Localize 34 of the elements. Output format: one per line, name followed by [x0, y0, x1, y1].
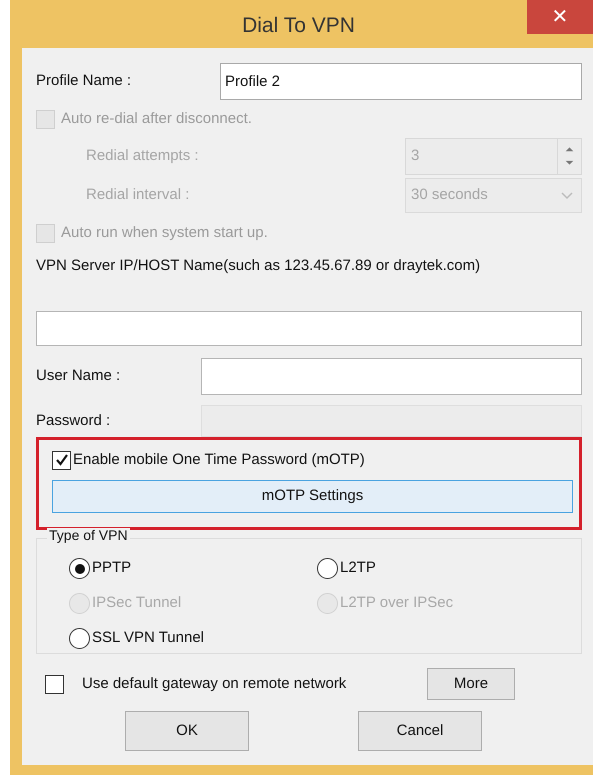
radio-label: SSL VPN Tunnel — [92, 628, 204, 648]
more-button[interactable]: More — [427, 668, 515, 700]
radio-label: IPSec Tunnel — [92, 593, 182, 614]
ok-button[interactable]: OK — [125, 711, 249, 751]
chevron-down-icon — [561, 192, 573, 200]
field-label: Password : — [36, 410, 112, 431]
cancel-button[interactable]: Cancel — [358, 711, 482, 751]
window-title: Dial To VPN — [241, 13, 356, 39]
checkbox[interactable] — [52, 450, 71, 470]
field-label: Redial interval : — [85, 185, 190, 206]
checkbox-label: Enable mobile One Time Password (mOTP) — [73, 450, 365, 470]
radio-label: PPTP — [92, 558, 132, 578]
checkbox[interactable] — [45, 674, 64, 694]
checkmark-icon — [54, 453, 68, 467]
server-address-field[interactable] — [36, 311, 582, 346]
radio-label: L2TP over IPSec — [340, 593, 454, 614]
radio-button[interactable] — [69, 628, 90, 649]
motp-settings-button[interactable]: mOTP Settings — [52, 480, 573, 513]
radio-label: L2TP — [340, 558, 376, 578]
radio-button[interactable] — [317, 558, 338, 579]
spinner-value: 3 — [410, 146, 420, 166]
dropdown-value: 30 seconds — [410, 185, 489, 206]
radio-button[interactable] — [69, 558, 90, 579]
field-label: Redial attempts : — [85, 146, 200, 166]
checkbox-label: Use default gateway on remote network — [82, 674, 348, 694]
user-name-field[interactable] — [201, 358, 582, 395]
checkbox-label: Auto re-dial after disconnect. — [61, 108, 252, 129]
group-legend: Type of VPN — [47, 528, 130, 542]
profile-name-field[interactable]: Profile 2 — [220, 62, 582, 100]
field-label: VPN Server IP/HOST Name(such as 123.45.67.89 or draytek.com) — [36, 256, 482, 276]
field-label: Profile Name : — [36, 70, 132, 91]
field-label: User Name : — [36, 366, 122, 386]
close-button[interactable]: ✕ — [527, 0, 593, 34]
checkbox-label: Auto run when system start up. — [61, 222, 268, 243]
